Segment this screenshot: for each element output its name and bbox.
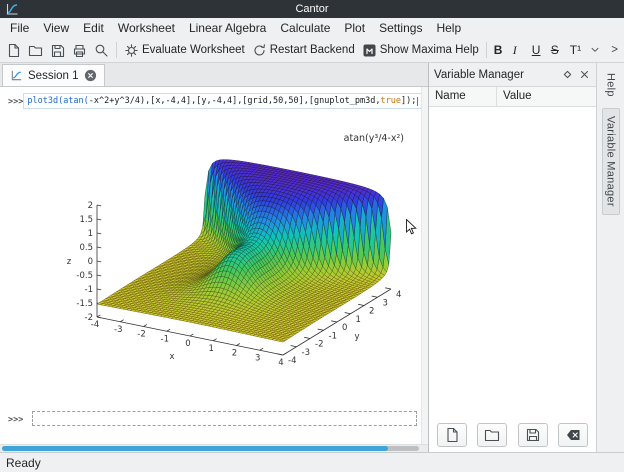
float-panel-icon[interactable] bbox=[561, 68, 574, 81]
vertical-scrollbar[interactable] bbox=[421, 87, 428, 444]
new-variable-button[interactable] bbox=[437, 423, 467, 447]
document-new-icon bbox=[6, 43, 21, 58]
open-button[interactable] bbox=[25, 41, 46, 60]
document-new-icon bbox=[444, 427, 460, 443]
search-icon bbox=[94, 43, 109, 58]
menu-view[interactable]: View bbox=[36, 19, 76, 37]
variable-manager-buttons bbox=[429, 418, 596, 452]
menu-worksheet[interactable]: Worksheet bbox=[111, 19, 182, 37]
dock-tab-strip: Help Variable Manager bbox=[596, 63, 624, 452]
restart-backend-label: Restart Backend bbox=[270, 44, 355, 56]
variable-manager-title: Variable Manager bbox=[434, 69, 557, 81]
clear-variables-button[interactable] bbox=[558, 423, 588, 447]
toolbar: Evaluate Worksheet Restart Backend Show … bbox=[0, 38, 624, 63]
new-button[interactable] bbox=[3, 41, 24, 60]
code-line: plot3d(atan(-x^2+y^3/4),[x,-4,4],[y,-4,4… bbox=[27, 96, 416, 106]
app-icon bbox=[5, 2, 19, 16]
tab-close-icon[interactable] bbox=[84, 69, 97, 82]
menu-calculate[interactable]: Calculate bbox=[273, 19, 337, 37]
print-button[interactable] bbox=[69, 41, 90, 60]
toolbar-separator bbox=[486, 42, 487, 58]
cantor-window: Cantor File View Edit Worksheet Linear A… bbox=[0, 0, 624, 472]
session-icon bbox=[10, 69, 23, 82]
save-icon bbox=[50, 43, 65, 58]
command-input[interactable]: plot3d(atan(-x^2+y^3/4),[x,-4,4],[y,-4,4… bbox=[23, 93, 422, 109]
show-maxima-help-button[interactable]: Show Maxima Help bbox=[359, 41, 482, 60]
load-variables-button[interactable] bbox=[477, 423, 507, 447]
text-cursor bbox=[417, 97, 418, 106]
toolbar-overflow-button[interactable]: > bbox=[608, 42, 621, 58]
menu-help[interactable]: Help bbox=[429, 19, 468, 37]
restart-backend-button[interactable]: Restart Backend bbox=[249, 41, 358, 60]
tab-session-1[interactable]: Session 1 bbox=[2, 64, 105, 86]
statusbar: Ready bbox=[0, 452, 624, 472]
save-icon bbox=[525, 427, 541, 443]
prompt: >>> bbox=[8, 93, 23, 107]
menubar: File View Edit Worksheet Linear Algebra … bbox=[0, 18, 624, 38]
variable-manager-panel: Variable Manager Name Value bbox=[428, 63, 596, 452]
status-text: Ready bbox=[6, 456, 41, 470]
maxima-help-icon bbox=[362, 43, 377, 58]
folder-open-icon bbox=[28, 43, 43, 58]
empty-entry: >>> bbox=[8, 411, 428, 426]
new-command-input[interactable] bbox=[32, 411, 417, 426]
chevron-down-icon bbox=[589, 44, 601, 56]
titlebar[interactable]: Cantor bbox=[0, 0, 624, 18]
window-title: Cantor bbox=[295, 3, 328, 15]
worksheet-column: Session 1 >>> plot3d(atan(-x^2+y^3/4),[x… bbox=[0, 63, 428, 452]
menu-linear-algebra[interactable]: Linear Algebra bbox=[182, 19, 273, 37]
tab-session-1-label: Session 1 bbox=[28, 70, 79, 82]
close-panel-icon[interactable] bbox=[578, 68, 591, 81]
save-variables-button[interactable] bbox=[518, 423, 548, 447]
plot-canvas bbox=[0, 109, 421, 405]
evaluate-worksheet-label: Evaluate Worksheet bbox=[142, 44, 245, 56]
clear-icon bbox=[565, 427, 581, 443]
menu-file[interactable]: File bbox=[3, 19, 36, 37]
prompt: >>> bbox=[8, 411, 32, 425]
folder-icon bbox=[484, 427, 500, 443]
variable-manager-header: Variable Manager bbox=[429, 63, 596, 87]
menu-plot[interactable]: Plot bbox=[337, 19, 372, 37]
session-tabbar: Session 1 bbox=[0, 63, 428, 87]
bold-button[interactable]: B bbox=[491, 41, 509, 59]
main-area: Session 1 >>> plot3d(atan(-x^2+y^3/4),[x… bbox=[0, 63, 624, 452]
superscript-button[interactable]: T¹ bbox=[567, 41, 585, 59]
variable-table-header: Name Value bbox=[429, 87, 596, 107]
show-maxima-help-label: Show Maxima Help bbox=[380, 44, 479, 56]
worksheet[interactable]: >>> plot3d(atan(-x^2+y^3/4),[x,-4,4],[y,… bbox=[0, 87, 428, 444]
strikethrough-button[interactable]: S bbox=[548, 41, 566, 59]
horizontal-scrollbar[interactable] bbox=[0, 444, 428, 452]
command-entry: >>> plot3d(atan(-x^2+y^3/4),[x,-4,4],[y,… bbox=[8, 93, 428, 109]
underline-button[interactable]: U bbox=[529, 41, 547, 59]
column-name[interactable]: Name bbox=[429, 87, 497, 106]
dock-tab-variable-manager[interactable]: Variable Manager bbox=[602, 108, 620, 215]
variable-table-body bbox=[429, 107, 596, 418]
dock-tab-help[interactable]: Help bbox=[603, 66, 619, 104]
evaluate-worksheet-button[interactable]: Evaluate Worksheet bbox=[121, 41, 248, 60]
find-button[interactable] bbox=[91, 41, 112, 60]
menu-edit[interactable]: Edit bbox=[76, 19, 111, 37]
menu-settings[interactable]: Settings bbox=[372, 19, 429, 37]
print-icon bbox=[72, 43, 87, 58]
column-value[interactable]: Value bbox=[497, 87, 596, 106]
refresh-icon bbox=[252, 43, 267, 58]
more-formats-button[interactable] bbox=[586, 42, 604, 58]
italic-button[interactable]: I bbox=[510, 41, 528, 60]
toolbar-separator bbox=[116, 42, 117, 58]
run-gear-icon bbox=[124, 43, 139, 58]
save-button[interactable] bbox=[47, 41, 68, 60]
scrollbar-thumb[interactable] bbox=[2, 446, 388, 451]
